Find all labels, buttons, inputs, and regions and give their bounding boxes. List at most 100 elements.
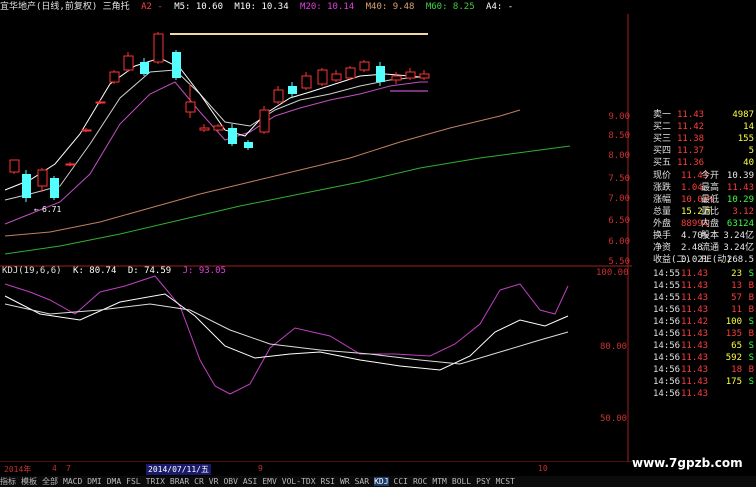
indicator-tab[interactable]: 全部	[42, 477, 58, 486]
tick-price: 11.43	[681, 269, 709, 279]
candle-body	[376, 66, 385, 82]
kdj-axis-100: 100.00	[596, 268, 629, 278]
indicator-tab[interactable]: PSY	[476, 477, 490, 486]
tick-row: 14:56 11.43 11 B	[633, 305, 756, 316]
price-tick: 8.00	[608, 151, 630, 161]
tick-price: 11.43	[681, 329, 709, 339]
stat-label: 总量	[653, 207, 672, 217]
indicator-tab[interactable]: OBV	[223, 477, 237, 486]
a4-label: A4: -	[486, 2, 514, 12]
indicator-tab[interactable]: MTM	[432, 477, 446, 486]
stat-row: 收益(二) 0.021 PE(动) 268.5	[633, 255, 756, 266]
kline-svg[interactable]: ←	[0, 14, 632, 462]
ma20-label: M20: 10.14	[300, 2, 355, 12]
stat-value: 11.43	[726, 183, 754, 193]
tick-time: 14:55	[653, 293, 681, 303]
stat-label: 涨幅	[653, 195, 672, 205]
indicator-tab[interactable]: DMI	[87, 477, 101, 486]
quote-panel: 卖一 11.43 4987 买二 11.42 14 买三 11.38 155 买四 11.37 5 买五…	[633, 104, 756, 464]
ma40-label: M40: 9.48	[365, 2, 415, 12]
candle-body	[331, 73, 342, 81]
price-tick: 8.50	[608, 131, 630, 141]
candle-body	[419, 73, 430, 79]
candle-body	[288, 86, 297, 94]
tick-price: 11.43	[681, 353, 709, 363]
tick-side: S	[748, 377, 754, 387]
a2-label: A2 -	[141, 2, 163, 12]
candle-body	[244, 142, 253, 148]
indicator-tab[interactable]: BOLL	[452, 477, 471, 486]
bid-volume: 14	[743, 122, 754, 132]
candle-body	[273, 89, 284, 103]
stat-row: 净资 2.48 流通 3.24亿	[633, 243, 756, 254]
candle-body	[172, 52, 181, 78]
bid-row: 买三 11.38 155	[633, 134, 756, 145]
indicator-tab[interactable]: CCI	[394, 477, 408, 486]
low-price-marker: ←	[34, 205, 39, 214]
indicator-tab[interactable]: VR	[209, 477, 219, 486]
indicator-tab[interactable]: WR	[340, 477, 350, 486]
stat-row: 涨跌 1.04 最高 11.43	[633, 183, 756, 194]
candle-body	[109, 71, 120, 83]
candle-body	[37, 169, 48, 187]
indicator-tab-bar: 指标 模板 全部 MACD DMI DMA FSL TRIX BRAR CR VR OBV ASI EMV…	[0, 476, 756, 487]
kdj-j-line	[4, 275, 569, 395]
tick-volume: 175	[725, 377, 742, 387]
indicator-tab[interactable]: ROC	[413, 477, 427, 486]
tick-price: 11.42	[681, 317, 709, 327]
tick-side: S	[748, 341, 754, 351]
tick-time: 14:56	[653, 329, 681, 339]
bid-price: 11.42	[677, 122, 705, 132]
indicator-tab[interactable]: RSI	[321, 477, 335, 486]
stat-value: 10.29	[726, 195, 754, 205]
tick-row: 14:56 11.43 135 B	[633, 329, 756, 340]
indicator-tab[interactable]: DMA	[107, 477, 121, 486]
ma5-line	[4, 57, 429, 191]
tick-side: S	[748, 317, 754, 327]
candle-body	[345, 67, 356, 79]
indicator-tab[interactable]: 指标	[0, 477, 16, 486]
kdj-axis-50: 50.00	[600, 414, 628, 424]
indicator-tab[interactable]: FSL	[126, 477, 140, 486]
indicator-tab[interactable]: KDJ	[374, 477, 389, 486]
bid-volume: 40	[743, 158, 754, 168]
indicator-tab[interactable]: ASI	[243, 477, 257, 486]
indicator-tab[interactable]: 模板	[21, 477, 37, 486]
stock-title[interactable]: 宜华地产(日线,前复权) 三角托	[0, 2, 130, 12]
indicator-tab[interactable]: TRIX	[146, 477, 165, 486]
tick-time: 14:56	[653, 377, 681, 387]
indicator-tab[interactable]: SAR	[355, 477, 369, 486]
candle-body	[199, 127, 210, 131]
tick-price: 11.43	[681, 389, 709, 399]
kdj-name[interactable]: KDJ(19,6,6)	[2, 266, 62, 276]
bid-price: 11.38	[677, 134, 705, 144]
stat-row: 现价 11.43 今开 10.39	[633, 171, 756, 182]
candle-body	[359, 61, 370, 71]
indicator-tab[interactable]: MCST	[496, 477, 515, 486]
stat-row: 总量 15.2万 量比 3.12	[633, 207, 756, 218]
bid-row: 买五 11.36 40	[633, 158, 756, 169]
tick-row: 14:56 11.43 18 B	[633, 365, 756, 376]
indicator-tab[interactable]: EMV	[262, 477, 276, 486]
candle-body	[301, 75, 312, 89]
indicator-tab[interactable]: MACD	[63, 477, 82, 486]
tick-row: 14:55 11.43 23 S	[633, 269, 756, 280]
date-year: 2014年	[4, 465, 32, 474]
tick-time: 14:55	[653, 269, 681, 279]
indicator-tab[interactable]: CR	[194, 477, 204, 486]
bid-label: 买二	[653, 122, 672, 132]
tick-price: 11.43	[681, 365, 709, 375]
candle-body	[259, 109, 270, 133]
price-tick: 5.50	[608, 257, 630, 267]
indicator-tab[interactable]: VOL-TDX	[282, 477, 316, 486]
candle-body	[95, 101, 106, 104]
tick-volume: 100	[725, 317, 742, 327]
kdj-title: KDJ(19,6,6) K: 80.74 D: 74.59 J: 93.05	[2, 266, 232, 276]
tick-price: 11.43	[681, 293, 709, 303]
chart-area[interactable]: ← 9.00 8.50 8.00 7.50 7.00 6.50 6.00 5.5…	[0, 14, 632, 462]
tick-row: 14:56 11.43	[633, 389, 756, 400]
indicator-tab[interactable]: BRAR	[170, 477, 189, 486]
kdj-k-value: K: 80.74	[73, 266, 117, 276]
ma10-label: M10: 10.34	[234, 2, 289, 12]
price-tick: 6.00	[608, 237, 630, 247]
